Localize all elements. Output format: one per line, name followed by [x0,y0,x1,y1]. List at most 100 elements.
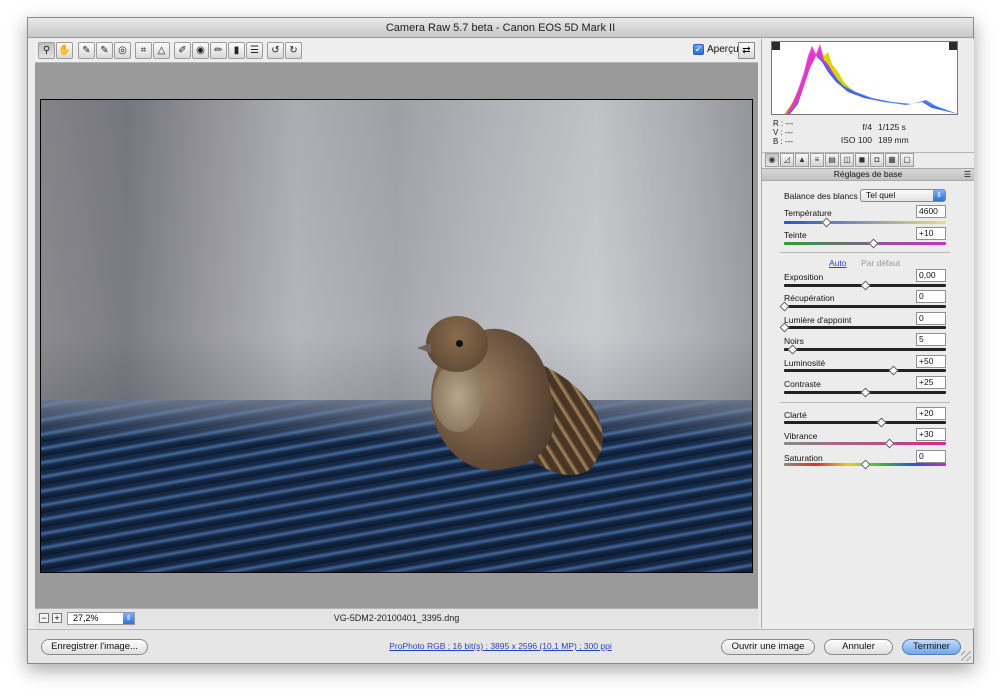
blacks-label: Noirs [784,336,804,346]
spot-removal-tool-icon[interactable]: ✐ [174,42,191,59]
brightness-field[interactable]: +50 [916,355,946,368]
temperature-track[interactable] [784,221,946,224]
tab-lens-corrections-icon[interactable]: ◫ [840,153,854,167]
preview-area: ⚲ ✋ ✎ ✎ ◎ ⌗ △ ✐ ◉ ✏ ▮ ☰ ↺ ↻ ✓ Aperçu ⇄ −… [35,39,758,628]
saturation-slider[interactable] [860,459,871,470]
rotate-left-icon[interactable]: ↺ [267,42,284,59]
preview-checkbox[interactable]: ✓ [693,44,704,55]
crop-tool-icon[interactable]: ⌗ [135,42,152,59]
saturation-label: Saturation [784,453,823,463]
fill-light-track[interactable] [784,326,946,329]
zoom-tool-icon[interactable]: ⚲ [38,42,55,59]
iso: ISO 100 [840,135,872,145]
rotate-right-icon[interactable]: ↻ [285,42,302,59]
panel-tabs: ◉ ◿ ▲ ≡ ▤ ◫ ◼ ◘ ▦ ▢ [762,152,974,168]
focal-length: 189 mm [878,135,909,145]
vibrance-field[interactable]: +30 [916,428,946,441]
temperature-label: Température [784,208,832,218]
straighten-tool-icon[interactable]: △ [153,42,170,59]
fullscreen-toggle-icon[interactable]: ⇄ [738,42,755,59]
white-balance-label: Balance des blancs : [784,191,863,201]
brightness-track[interactable] [784,369,946,372]
histogram [771,41,958,115]
tab-effects-icon[interactable]: ◼ [855,153,869,167]
tab-hsl-icon[interactable]: ≡ [810,153,824,167]
resize-grip[interactable] [961,651,971,661]
clarity-field[interactable]: +20 [916,407,946,420]
contrast-slider[interactable] [860,387,871,398]
tab-tone-curve-icon[interactable]: ◿ [780,153,794,167]
tab-presets-icon[interactable]: ▦ [885,153,899,167]
status-bar: − + 27,2% ⇕ VG-5DM2-20100401_3395.dng [35,608,758,628]
recovery-track[interactable] [784,305,946,308]
brightness-label: Luminosité [784,358,826,368]
recovery-field[interactable]: 0 [916,290,946,303]
temperature-field[interactable]: 4600 [916,205,946,218]
readout-r: R : --- [773,119,794,128]
readout-v: V : --- [773,128,793,137]
clarity-slider[interactable] [876,417,887,428]
recovery-slider[interactable] [779,301,790,312]
brightness-slider[interactable] [888,365,898,376]
default-link[interactable]: Par défaut [861,258,900,268]
white-balance-value: Tel quel [866,190,896,200]
targeted-adjustment-tool-icon[interactable]: ◎ [114,42,131,59]
photo-preview[interactable] [40,99,753,573]
auto-link[interactable]: Auto [829,258,847,268]
aperture: f/4 [862,122,872,132]
fill-light-field[interactable]: 0 [916,312,946,325]
adjustment-brush-tool-icon[interactable]: ✏ [210,42,227,59]
tab-detail-icon[interactable]: ▲ [795,153,809,167]
cancel-button[interactable]: Annuler [824,639,893,655]
camera-info: f/4 1/125 s ISO 100 189 mm [832,121,938,147]
contrast-label: Contraste [784,379,821,389]
readout-b: B : --- [773,137,793,146]
blacks-slider[interactable] [787,344,798,355]
section-title: Réglages de base [833,169,903,179]
white-balance-tool-icon[interactable]: ✎ [78,42,95,59]
bottom-bar: Enregistrer l'image... ProPhoto RGB ; 16… [28,629,973,663]
fill-light-label: Lumière d'appoint [784,315,852,325]
right-panel: R : --- V : --- B : --- f/4 1/125 s ISO … [761,39,974,628]
vibrance-track[interactable] [784,442,946,445]
preview-toggle[interactable]: ✓ Aperçu [693,44,739,55]
rgb-readout: R : --- V : --- B : --- [773,119,793,146]
vibrance-slider[interactable] [884,438,895,449]
histogram-graph [784,44,957,114]
blacks-track[interactable] [784,348,946,351]
tab-split-toning-icon[interactable]: ▤ [825,153,839,167]
temperature-slider[interactable] [821,217,832,228]
tint-track[interactable] [784,242,946,245]
window-title: Camera Raw 5.7 beta - Canon EOS 5D Mark … [28,18,973,38]
contrast-field[interactable]: +25 [916,376,946,389]
hand-tool-icon[interactable]: ✋ [56,42,73,59]
section-header: Réglages de base ☰ [762,168,974,181]
tab-camera-calibration-icon[interactable]: ◘ [870,153,884,167]
preferences-icon[interactable]: ☰ [246,42,263,59]
red-eye-tool-icon[interactable]: ◉ [192,42,209,59]
preview-label: Aperçu [707,44,739,55]
color-sampler-tool-icon[interactable]: ✎ [96,42,113,59]
tint-label: Teinte [784,230,807,240]
tab-basic-icon[interactable]: ◉ [765,153,779,167]
tint-field[interactable]: +10 [916,227,946,240]
open-image-button[interactable]: Ouvrir une image [721,639,815,655]
graduated-filter-tool-icon[interactable]: ▮ [228,42,245,59]
white-balance-select[interactable]: Tel quel ⇕ [860,189,946,202]
photo-mesh-highlight [41,400,752,440]
divider [780,402,950,403]
toolbar: ⚲ ✋ ✎ ✎ ◎ ⌗ △ ✐ ◉ ✏ ▮ ☰ ↺ ↻ ✓ Aperçu ⇄ [35,39,758,63]
clarity-label: Clarté [784,410,807,420]
tab-snapshots-icon[interactable]: ▢ [900,153,914,167]
exposure-slider[interactable] [860,280,871,291]
tint-slider[interactable] [868,238,879,249]
panel-menu-icon[interactable]: ☰ [964,169,971,180]
done-button[interactable]: Terminer [902,639,961,655]
bird-eye [456,340,463,347]
blacks-field[interactable]: 5 [916,333,946,346]
shutter-speed: 1/125 s [878,122,906,132]
exposure-field[interactable]: 0,00 [916,269,946,282]
saturation-field[interactable]: 0 [916,450,946,463]
clarity-track[interactable] [784,421,946,424]
exposure-label: Exposition [784,272,824,282]
